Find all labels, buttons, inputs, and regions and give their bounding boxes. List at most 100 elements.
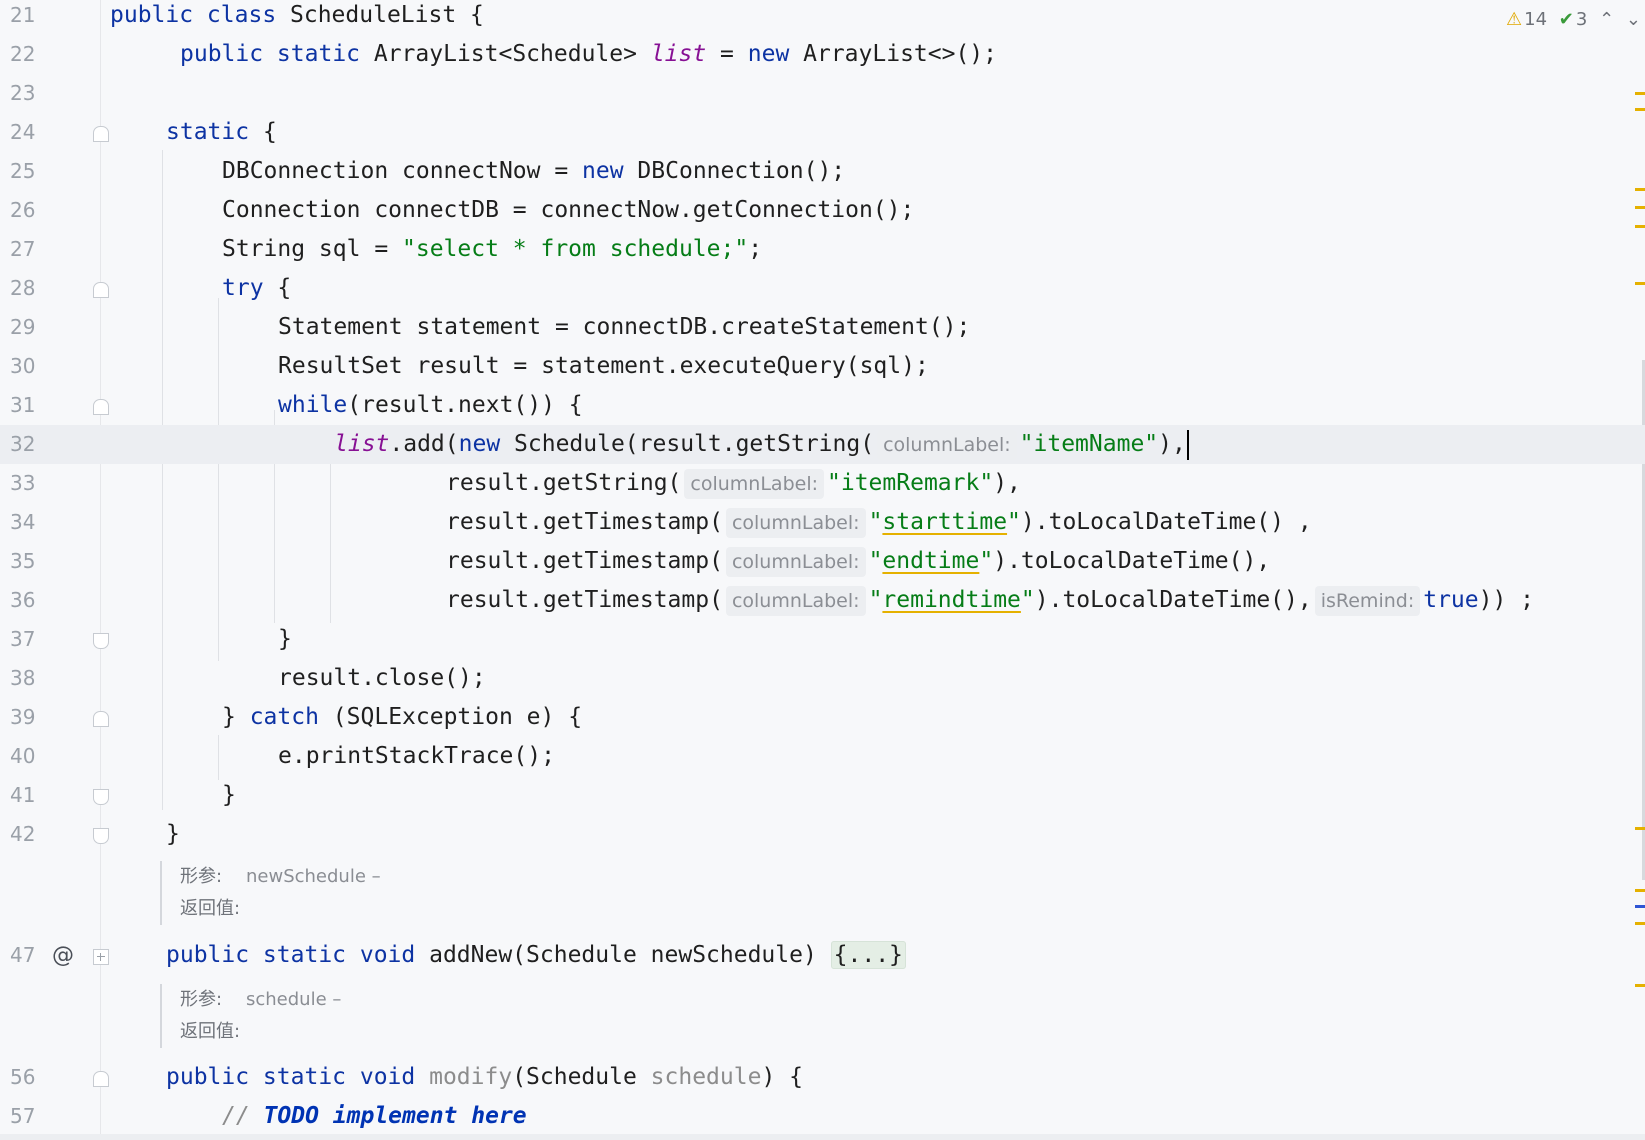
keyword: new (458, 431, 501, 457)
code-text: ArrayList<>(); (789, 41, 998, 67)
line-number: 41 (10, 783, 36, 807)
code-text: Connection connectDB = connectNow.getCon… (222, 197, 915, 223)
code-line[interactable]: 22 public static ArrayList<Schedule> lis… (0, 35, 1645, 74)
code-line[interactable]: 29 Statement statement = connectDB.creat… (0, 308, 1645, 347)
scroll-marker[interactable] (1635, 905, 1645, 908)
rendered-javadoc[interactable]: 形参: newSchedule – 返回值: (160, 861, 381, 925)
line-number: 26 (10, 198, 36, 222)
rendered-javadoc[interactable]: 形参: schedule – 返回值: (160, 984, 341, 1048)
code-editor[interactable]: ⚠ 14 ✔ 3 ⌃ ⌄ 21 public class ScheduleList … (0, 0, 1645, 1140)
string-quote: " (979, 548, 994, 574)
fold-icon[interactable] (93, 633, 109, 649)
code-text: (result.next()) { (347, 392, 583, 418)
code-text: ScheduleList { (276, 2, 484, 28)
code-text: } (222, 782, 236, 808)
code-line[interactable]: 28 try { (0, 269, 1645, 308)
expand-fold-icon[interactable] (93, 949, 109, 965)
code-line[interactable]: 37 } (0, 620, 1645, 659)
implements-icon[interactable]: @ (52, 936, 74, 975)
code-line[interactable]: 33 result.getString(columnLabel: "itemRem… (0, 464, 1645, 503)
code-line[interactable]: 57 // TODO implement here (0, 1097, 1645, 1136)
code-line[interactable]: 25 DBConnection connectNow = new DBConne… (0, 152, 1645, 191)
line-number: 25 (10, 159, 36, 183)
code-line[interactable]: 56 public static void modify(Schedule sc… (0, 1058, 1645, 1097)
code-line[interactable]: 40 e.printStackTrace(); (0, 737, 1645, 776)
keyword: public class (110, 2, 277, 28)
line-number: 28 (10, 276, 36, 300)
code-line[interactable]: 42 } (0, 815, 1645, 854)
line-number: 38 (10, 666, 36, 690)
parameter-hint[interactable]: columnLabel: (725, 585, 866, 616)
string-literal-warning[interactable]: remindtime (882, 587, 1020, 613)
method-name-unused: modify (415, 1064, 513, 1090)
code-text: addNew(Schedule newSchedule) (415, 942, 831, 968)
fold-icon[interactable] (93, 282, 109, 298)
parameter-hint[interactable]: isRemind: (1314, 585, 1421, 616)
code-line[interactable]: 21 public class ScheduleList { (0, 0, 1645, 35)
code-text: ResultSet result = statement.executeQuer… (278, 353, 929, 379)
code-text: String sql = (222, 236, 403, 262)
fold-icon[interactable] (93, 711, 109, 727)
code-line[interactable]: 38 result.close(); (0, 659, 1645, 698)
fold-icon[interactable] (93, 789, 109, 805)
code-line[interactable]: 26 Connection connectDB = connectNow.get… (0, 191, 1645, 230)
field-reference: list (650, 41, 707, 67)
code-line[interactable]: 47 @ public static void addNew(Schedule … (0, 936, 1645, 975)
fold-icon[interactable] (93, 828, 109, 844)
code-line[interactable]: 39 } catch (SQLException e) { (0, 698, 1645, 737)
code-text: (Schedule (512, 1064, 651, 1090)
scroll-marker[interactable] (1635, 889, 1645, 892)
code-text: (SQLException e) { (318, 704, 583, 730)
line-number: 40 (10, 744, 36, 768)
line-number: 23 (10, 81, 36, 105)
code-text: DBConnection connectNow = (222, 158, 583, 184)
code-text: e.printStackTrace(); (278, 743, 555, 769)
line-number: 36 (10, 588, 36, 612)
code-line[interactable]: 35 result.getTimestamp(columnLabel: "endt… (0, 542, 1645, 581)
line-number: 57 (10, 1104, 36, 1128)
code-line[interactable]: 41 } (0, 776, 1645, 815)
code-text: result.getTimestamp( (446, 509, 723, 535)
parameter-hint[interactable]: columnLabel: (877, 429, 1017, 460)
string-literal: "itemName" (1019, 431, 1159, 457)
string-literal-warning[interactable]: starttime (882, 509, 1007, 535)
doc-param-label: 形参: (180, 989, 223, 1010)
string-literal-warning[interactable]: endtime (882, 548, 979, 574)
code-text: result.close(); (278, 665, 486, 691)
parameter-unused: schedule (650, 1064, 762, 1090)
parameter-hint[interactable]: columnLabel: (684, 468, 825, 499)
keyword: new (582, 158, 624, 184)
string-quote: " (868, 548, 883, 574)
fold-icon[interactable] (93, 1071, 109, 1087)
fold-icon[interactable] (93, 126, 109, 142)
code-line[interactable]: 30 ResultSet result = statement.executeQ… (0, 347, 1645, 386)
line-number: 32 (10, 432, 36, 456)
parameter-hint[interactable]: columnLabel: (725, 507, 866, 538)
code-line[interactable]: 27 String sql = "select * from schedule;… (0, 230, 1645, 269)
folded-region[interactable]: {...} (830, 941, 906, 969)
line-number: 33 (10, 471, 36, 495)
code-line[interactable]: 34 result.getTimestamp(columnLabel: "star… (0, 503, 1645, 542)
code-text: ArrayList<Schedule> (360, 41, 651, 67)
code-text: ; (748, 236, 763, 262)
text-caret (1186, 429, 1189, 460)
todo-comment: TODO implement here (263, 1103, 527, 1129)
code-text: { (263, 275, 292, 301)
keyword: true (1423, 587, 1479, 613)
code-line[interactable]: 36 result.getTimestamp(columnLabel: "remi… (0, 581, 1645, 620)
code-line[interactable]: 31 while(result.next()) { (0, 386, 1645, 425)
doc-return-label: 返回值: (180, 898, 241, 919)
fold-icon[interactable] (93, 399, 109, 415)
code-text: ), (993, 470, 1021, 496)
line-number: 34 (10, 510, 36, 534)
scroll-marker[interactable] (1635, 984, 1645, 987)
scroll-marker[interactable] (1635, 922, 1645, 925)
code-line-current[interactable]: 32 list.add(new Schedule(result.getStrin… (0, 425, 1645, 464)
parameter-hint[interactable]: columnLabel: (725, 546, 866, 577)
code-text: ).toLocalDateTime(), (1034, 587, 1312, 613)
horizontal-scroll-area[interactable] (0, 1134, 1645, 1140)
code-text: )) ; (1478, 587, 1535, 613)
code-line[interactable]: 24 static { (0, 113, 1645, 152)
code-line[interactable]: 23 (0, 74, 1645, 113)
code-text: ).toLocalDateTime() , (1020, 509, 1312, 535)
